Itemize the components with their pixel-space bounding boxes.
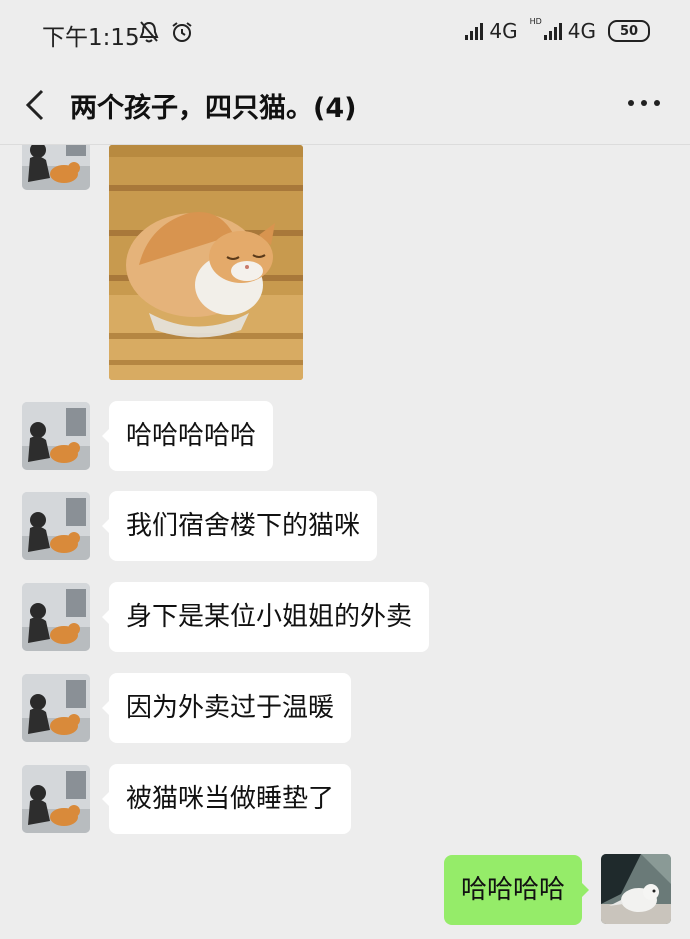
status-time: 下午1:15 xyxy=(42,25,140,51)
message-bubble[interactable]: 被猫咪当做睡垫了 xyxy=(101,764,352,834)
sender-avatar[interactable] xyxy=(22,492,90,560)
my-avatar[interactable] xyxy=(601,854,671,924)
alarm-clock-icon xyxy=(170,20,194,48)
network-type-2: 4G xyxy=(567,19,596,43)
mute-bell-icon xyxy=(138,20,160,48)
back-arrow-icon[interactable] xyxy=(22,88,52,122)
sender-avatar[interactable] xyxy=(22,402,90,470)
message-bubble[interactable]: 哈哈哈哈哈 xyxy=(101,401,274,471)
message-bubble[interactable]: 我们宿舍楼下的猫咪 xyxy=(101,491,378,561)
status-right-group: 4G HD 4G 50 xyxy=(465,16,650,43)
signal-bars-icon xyxy=(465,22,484,40)
sender-avatar[interactable] xyxy=(22,145,90,190)
battery-indicator: 50 xyxy=(608,20,650,42)
my-message-bubble[interactable]: 哈哈哈哈 xyxy=(443,855,590,925)
signal-bars-2-icon xyxy=(543,22,562,40)
network-type-1: 4G xyxy=(489,19,518,43)
message-bubble[interactable]: 因为外卖过于温暖 xyxy=(101,673,352,743)
sender-avatar[interactable] xyxy=(22,765,90,833)
hd-label: HD xyxy=(529,16,542,26)
header-divider xyxy=(0,144,690,145)
sender-avatar[interactable] xyxy=(22,674,90,742)
chat-title: 两个孩子，四只猫。(4) xyxy=(70,93,357,124)
status-bar: 下午1:15 4G HD 4G 50 xyxy=(0,0,690,66)
sender-avatar[interactable] xyxy=(22,583,90,651)
more-options-icon[interactable] xyxy=(628,100,660,106)
chat-header: 两个孩子，四只猫。(4) xyxy=(0,66,690,144)
cat-photo[interactable] xyxy=(109,145,303,380)
message-bubble[interactable]: 身下是某位小姐姐的外卖 xyxy=(101,582,430,652)
